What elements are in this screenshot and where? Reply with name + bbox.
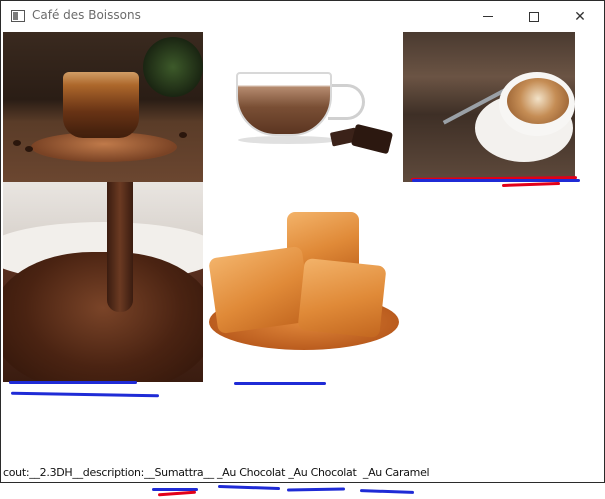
glass-cup-shape (236, 72, 332, 136)
espresso-cup-shape (63, 72, 139, 138)
caramel-cube (208, 245, 312, 335)
chocolate-piece (350, 123, 394, 155)
status-line: cout:__2.3DH__description:__Sumattra__ _… (3, 466, 430, 479)
cup-shadow (238, 136, 338, 144)
title-bar[interactable]: Café des Boissons ✕ (1, 1, 604, 32)
coffee-bean (13, 140, 21, 146)
blue-annotation-mark (217, 484, 281, 491)
minimize-button[interactable] (465, 1, 511, 32)
blue-annotation-mark (234, 382, 326, 385)
close-icon: ✕ (574, 8, 586, 25)
maximize-icon (529, 11, 539, 22)
chocolate-stream-shape (107, 182, 133, 312)
caramel-cube (297, 257, 387, 339)
minimize-icon (483, 16, 493, 17)
app-window: Café des Boissons ✕ cout:__2.3DH__descri… (0, 0, 605, 483)
cappuccino-image[interactable] (403, 32, 575, 182)
cup-handle-shape (328, 84, 365, 120)
coffee-bean (25, 146, 33, 152)
melted-chocolate-shape (3, 252, 203, 382)
blue-annotation-mark (286, 487, 346, 492)
red-annotation-mark (157, 490, 197, 497)
close-button[interactable]: ✕ (557, 1, 603, 32)
espresso-image[interactable] (3, 32, 203, 182)
blue-annotation-mark (9, 381, 137, 384)
chocolate-pour-image[interactable] (3, 182, 203, 382)
blue-annotation-mark (359, 489, 415, 494)
window-title: Café des Boissons (32, 8, 141, 22)
latte-art-shape (507, 78, 569, 124)
leaves-decoration (143, 37, 203, 97)
app-window-icon (11, 10, 25, 22)
coffee-bean (179, 132, 187, 138)
caramel-image[interactable] (203, 182, 403, 382)
maximize-button[interactable] (511, 1, 557, 32)
hot-chocolate-image[interactable] (203, 32, 403, 182)
